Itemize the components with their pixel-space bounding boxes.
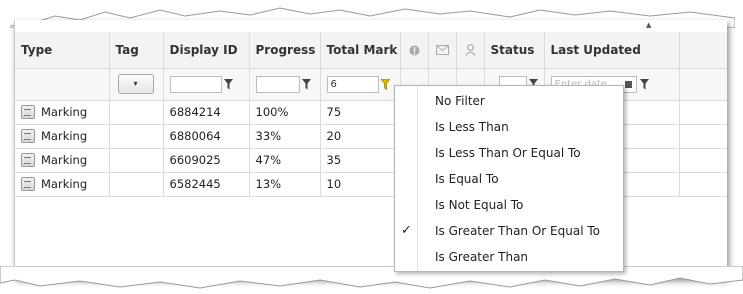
type-cell[interactable]: Marking — [15, 124, 110, 149]
total-mark-filter-input[interactable]: 6 — [326, 75, 379, 93]
total-mark-cell: 20 — [320, 124, 401, 149]
display-id-cell: 6884214 — [163, 100, 250, 125]
filter-funnel-icon[interactable] — [639, 78, 649, 90]
menu-item-not-equal[interactable]: Is Not Equal To — [395, 192, 623, 218]
display-id-cell: 6582445 — [163, 172, 250, 197]
tag-filter-dropdown[interactable]: ▾ — [117, 74, 154, 94]
filter-funnel-icon[interactable] — [223, 78, 233, 90]
type-cell[interactable]: Marking — [15, 172, 110, 197]
progress-cell: 100% — [249, 100, 321, 125]
type-cell[interactable]: Marking — [15, 100, 110, 125]
marking-icon — [21, 105, 35, 120]
progress-cell: 13% — [249, 172, 321, 197]
menu-item-less-than[interactable]: Is Less Than — [395, 114, 623, 140]
active-filter-funnel-icon[interactable] — [380, 78, 390, 90]
menu-item-greater-than-or-equal[interactable]: ✓ Is Greater Than Or Equal To — [395, 218, 623, 244]
progress-filter-input[interactable] — [255, 75, 300, 93]
marking-icon — [21, 153, 35, 168]
col-header-display-id[interactable]: Display ID — [163, 32, 250, 69]
total-mark-cell: 75 — [320, 100, 401, 125]
filter-cell-display-id — [163, 68, 250, 101]
marking-icon — [21, 177, 35, 192]
display-id-cell: 6609025 — [163, 148, 250, 173]
tag-cell — [109, 124, 164, 149]
filter-cell-progress — [249, 68, 321, 101]
progress-cell: 47% — [249, 148, 321, 173]
filter-cell-tag: ▾ — [109, 68, 164, 101]
menu-item-greater-than[interactable]: Is Greater Than — [395, 244, 623, 270]
type-cell[interactable]: Marking — [15, 148, 110, 173]
progress-cell: 33% — [249, 124, 321, 149]
filter-operator-menu: No Filter Is Less Than Is Less Than Or E… — [394, 85, 624, 272]
tag-cell — [109, 148, 164, 173]
display-id-cell: 6880064 — [163, 124, 250, 149]
menu-item-equal[interactable]: Is Equal To — [395, 166, 623, 192]
total-mark-cell: 10 — [320, 172, 401, 197]
filter-cell-type — [15, 68, 110, 101]
col-header-total-mark[interactable]: Total Mark — [320, 32, 401, 69]
info-icon[interactable] — [400, 32, 429, 69]
envelope-icon[interactable] — [428, 32, 457, 69]
display-id-filter-input[interactable] — [169, 75, 222, 93]
col-header-empty — [679, 32, 727, 69]
calendar-icon[interactable] — [624, 80, 632, 88]
col-header-last-updated[interactable]: Last Updated — [544, 32, 680, 69]
marking-icon — [21, 129, 35, 144]
menu-item-no-filter[interactable]: No Filter — [395, 88, 623, 114]
total-mark-cell: 35 — [320, 148, 401, 173]
tag-cell — [109, 100, 164, 125]
person-icon[interactable] — [456, 32, 485, 69]
col-header-progress[interactable]: Progress — [249, 32, 321, 69]
col-header-tag[interactable]: Tag — [109, 32, 164, 69]
menu-item-less-than-or-equal[interactable]: Is Less Than Or Equal To — [395, 140, 623, 166]
col-header-status[interactable]: Status — [484, 32, 545, 69]
col-header-type[interactable]: Type — [15, 32, 110, 69]
checkmark-icon: ✓ — [401, 223, 412, 238]
filter-cell-total-mark: 6 — [320, 68, 401, 101]
sort-caret-icon: ▲ — [646, 21, 652, 29]
tag-cell — [109, 172, 164, 197]
filter-funnel-icon[interactable] — [301, 78, 311, 90]
